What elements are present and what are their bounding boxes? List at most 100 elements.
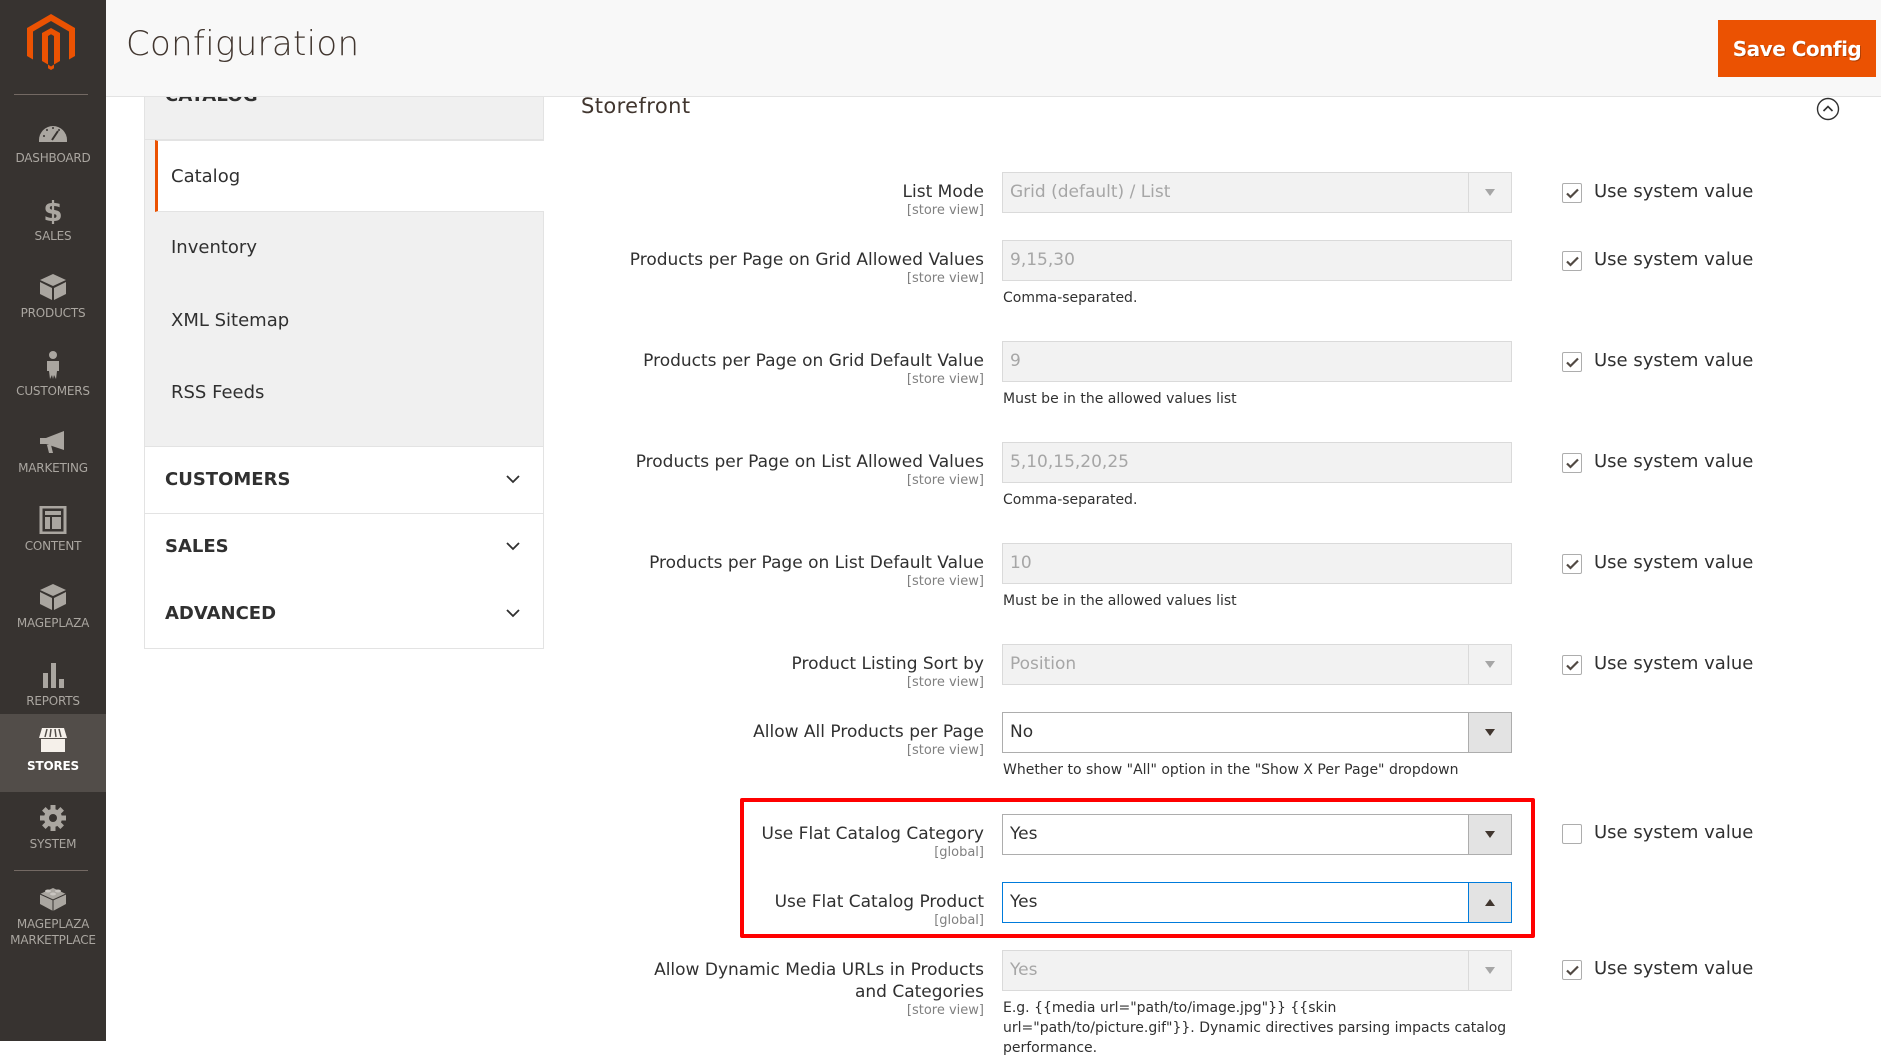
gear-icon	[38, 804, 68, 832]
field-note: Must be in the allowed values list	[1003, 593, 1237, 609]
sidebar-group-title: ADVANCED	[165, 603, 277, 624]
nav-label: SALES	[34, 229, 72, 243]
nav-item-products[interactable]: PRODUCTS	[0, 261, 106, 339]
field-scope: [store view]	[906, 675, 984, 690]
field-scope: [store view]	[906, 1003, 984, 1018]
sidebar-item-xml-sitemap[interactable]: XML Sitemap	[155, 285, 544, 357]
field-scope: [store view]	[906, 271, 984, 286]
flat-catalog-product-select[interactable]: Yes	[1002, 882, 1512, 923]
field-label: Products per Page on Grid Allowed Values	[629, 250, 984, 270]
select-value: Yes	[1010, 960, 1038, 980]
checkbox-label: Use system value	[1594, 653, 1754, 674]
bar-chart-icon	[38, 661, 68, 689]
sidebar-group-advanced[interactable]: ADVANCED	[144, 581, 544, 649]
dropdown-arrow-icon	[1468, 173, 1511, 212]
collapse-up-icon[interactable]	[1816, 97, 1840, 121]
nav-label: STORES	[27, 759, 79, 773]
layout-icon	[38, 505, 68, 535]
field-note: Comma-separated.	[1003, 290, 1138, 306]
dropdown-arrow-icon	[1468, 815, 1511, 854]
nav-label: MAGEPLAZA	[16, 616, 90, 630]
lego-brick-icon	[38, 884, 68, 912]
nav-item-sales[interactable]: $ SALES	[0, 184, 106, 262]
select-value: Yes	[1010, 892, 1038, 912]
sidebar-group-sales[interactable]: SALES	[144, 514, 544, 582]
field-label: Product Listing Sort by	[791, 654, 984, 674]
nav-item-system[interactable]: SYSTEM	[0, 792, 106, 870]
checkbox-checked-icon	[1562, 183, 1582, 203]
allow-all-products-select[interactable]: No	[1002, 712, 1512, 753]
sidebar-item-inventory[interactable]: Inventory	[155, 212, 544, 284]
checkbox-checked-icon	[1562, 453, 1582, 473]
select-value: Yes	[1010, 824, 1038, 844]
box-icon	[38, 583, 68, 611]
sidebar-group-customers[interactable]: CUSTOMERS	[144, 446, 544, 514]
grid-default-value-input[interactable]: 9	[1002, 341, 1512, 382]
flat-catalog-category-select[interactable]: Yes	[1002, 814, 1512, 855]
dashboard-icon	[38, 118, 68, 146]
list-mode-select[interactable]: Grid (default) / List	[1002, 172, 1512, 213]
field-scope: [global]	[934, 845, 984, 860]
chevron-down-icon	[506, 609, 520, 618]
checkbox-checked-icon	[1562, 960, 1582, 980]
checkbox-label: Use system value	[1594, 181, 1754, 202]
listing-sort-by-select[interactable]: Position	[1002, 644, 1512, 685]
nav-label: DASHBOARD	[15, 151, 91, 165]
field-scope: [store view]	[906, 743, 984, 758]
checkbox-label: Use system value	[1594, 822, 1754, 843]
dynamic-media-urls-select[interactable]: Yes	[1002, 950, 1512, 991]
chevron-down-icon	[506, 475, 520, 484]
field-label: Products per Page on List Default Value	[649, 553, 984, 573]
checkbox-checked-icon	[1562, 554, 1582, 574]
megaphone-icon	[38, 428, 68, 456]
dropdown-arrow-up-icon	[1468, 883, 1511, 922]
chevron-down-icon	[506, 542, 520, 551]
dropdown-arrow-icon	[1468, 713, 1511, 752]
field-label: List Mode	[902, 182, 984, 202]
section-title[interactable]: Storefront	[581, 94, 690, 118]
checkbox-label: Use system value	[1594, 451, 1754, 472]
field-scope: [store view]	[906, 574, 984, 589]
nav-item-mageplaza[interactable]: MAGEPLAZA	[0, 571, 106, 649]
field-scope: [global]	[934, 913, 984, 928]
select-value: Position	[1010, 654, 1077, 674]
field-scope: [store view]	[906, 372, 984, 387]
nav-item-stores[interactable]: STORES	[0, 714, 106, 792]
nav-item-marketing[interactable]: MARKETING	[0, 416, 106, 494]
list-allowed-values-input[interactable]: 5,10,15,20,25	[1002, 442, 1512, 483]
dropdown-arrow-icon	[1468, 951, 1511, 990]
list-default-value-input[interactable]: 10	[1002, 543, 1512, 584]
checkbox-unchecked-icon	[1562, 824, 1582, 844]
sidebar-item-catalog[interactable]: Catalog	[155, 140, 544, 212]
field-label: Use Flat Catalog Product	[774, 892, 984, 912]
nav-label: MAGEPLAZA MARKETPLACE	[10, 917, 96, 947]
grid-allowed-values-input[interactable]: 9,15,30	[1002, 240, 1512, 281]
magento-logo-icon[interactable]	[27, 14, 75, 70]
checkbox-checked-icon	[1562, 352, 1582, 372]
nav-item-mageplaza-marketplace[interactable]: MAGEPLAZA MARKETPLACE	[0, 872, 106, 962]
field-label: Products per Page on Grid Default Value	[643, 351, 984, 371]
nav-item-customers[interactable]: CUSTOMERS	[0, 339, 106, 417]
field-label: Allow All Products per Page	[753, 722, 984, 742]
sidebar-item-rss-feeds[interactable]: RSS Feeds	[155, 357, 544, 429]
dollar-icon: $	[38, 195, 68, 228]
save-config-button[interactable]: Save Config	[1718, 20, 1876, 77]
field-scope: [store view]	[906, 473, 984, 488]
nav-item-dashboard[interactable]: DASHBOARD	[0, 106, 106, 184]
field-note: Must be in the allowed values list	[1003, 391, 1237, 407]
checkbox-label: Use system value	[1594, 350, 1754, 371]
field-label: Products per Page on List Allowed Values	[635, 452, 984, 472]
page-title: Configuration	[126, 24, 360, 64]
field-note: Whether to show "All" option in the "Sho…	[1003, 762, 1459, 778]
checkbox-checked-icon	[1562, 251, 1582, 271]
nav-item-content[interactable]: CONTENT	[0, 494, 106, 572]
svg-text:$: $	[43, 196, 62, 224]
checkbox-label: Use system value	[1594, 249, 1754, 270]
field-note: E.g. {{media url="path/to/image.jpg"}} {…	[1003, 1000, 1507, 1056]
storefront-icon	[38, 726, 68, 754]
nav-divider	[14, 870, 88, 871]
field-label: Use Flat Catalog Category	[761, 824, 985, 844]
page-header: Configuration Save Config	[106, 0, 1881, 97]
nav-label: PRODUCTS	[20, 306, 86, 320]
field-label: Allow Dynamic Media URLs in Products and…	[654, 960, 984, 1002]
